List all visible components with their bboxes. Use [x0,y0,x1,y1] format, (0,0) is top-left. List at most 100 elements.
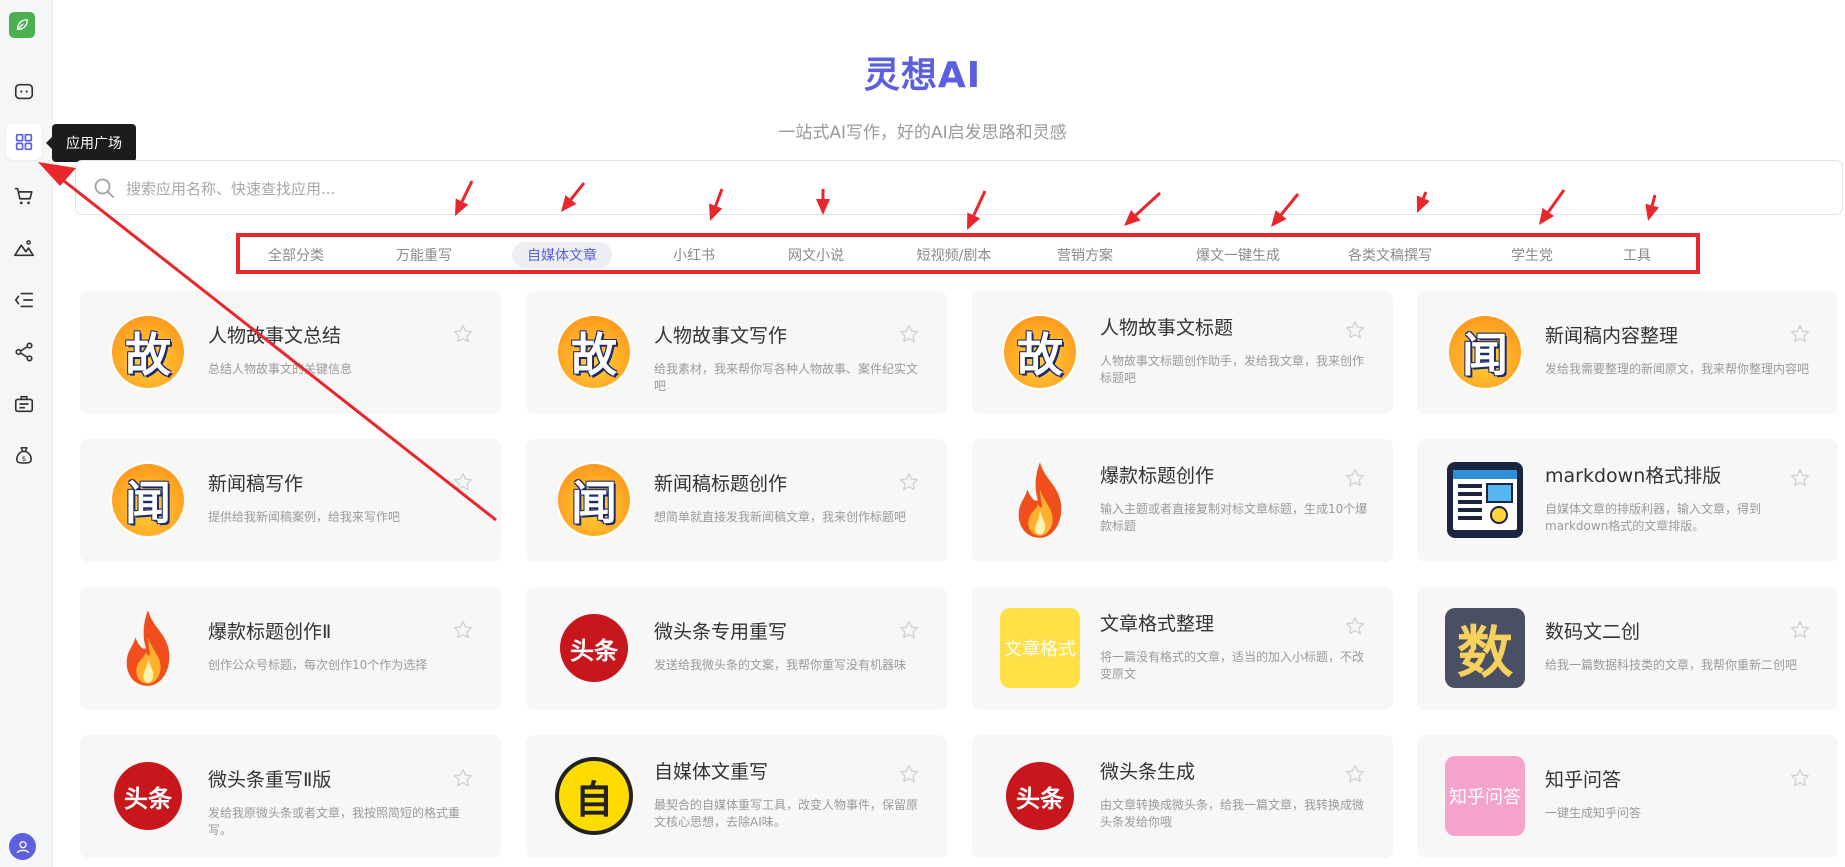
card-title: markdown格式排版 [1545,465,1722,487]
favorite-star-icon[interactable] [452,471,474,493]
money-bag-icon: $ [16,446,32,464]
app-card[interactable]: 数 数码文二创给我一篇数据科技类的文章，我帮你重新二创吧 [1417,587,1838,710]
story-icon: 故 [553,311,635,393]
app-card[interactable]: 头条 微头条重写Ⅱ版 发给我原微头条或者文章，我按照简短的格式重写。 [80,735,501,858]
toutiao-icon: 头条 [999,755,1081,837]
favorite-star-icon[interactable] [898,471,920,493]
tab-student[interactable]: 学生党 [1502,242,1562,268]
share-nav-button[interactable] [6,334,42,370]
card-description: 一键生成知乎问答 [1545,806,1642,820]
favorite-star-icon[interactable] [452,323,474,345]
tab-marketing[interactable]: 营销方案 [1050,242,1120,268]
zhihu-icon: 知乎问答 [1444,755,1526,837]
icon-glyph: 闻 [571,476,617,530]
leaf-logo-icon[interactable] [9,12,35,38]
icon-glyph: 故 [125,328,171,382]
image-nav-button[interactable] [6,230,42,266]
app-card[interactable]: 故 人物故事文总结 总结人物故事文的关键信息 [80,291,501,414]
favorite-star-icon[interactable] [898,323,920,345]
app-card[interactable]: 闻 新闻稿标题创作 想简单就直接发我新闻稿文章，我来创作标题吧 [526,439,947,562]
favorite-star-icon[interactable] [1344,467,1366,489]
image-icon [14,240,34,257]
card-title: 微头条专用重写 [654,621,788,643]
annotation-arrow-head [967,212,981,230]
toutiao-icon: 头条 [107,755,189,837]
icon-glyph: 自 [574,777,613,822]
tab-short-video[interactable]: 短视频/剧本 [909,242,999,268]
search-bar [75,160,1843,215]
favorite-star-icon[interactable] [898,619,920,641]
app-card[interactable]: 头条 微头条生成 由文章转换成微头条，给我一篇文章，我转换成微头条发给你哦 [972,735,1393,858]
favorite-star-icon[interactable] [1344,319,1366,341]
share-icon [15,342,33,362]
favorite-star-icon[interactable] [898,763,920,785]
money-nav-button[interactable]: $ [6,438,42,474]
digital-icon: 数 [1444,607,1526,689]
app-card[interactable]: 爆款标题创作Ⅱ 创作公众号标题，每次创作10个作为选择 [80,587,501,710]
tab-tools[interactable]: 工具 [1617,242,1657,268]
tab-xiaohongshu[interactable]: 小红书 [664,242,724,268]
card-title: 数码文二创 [1545,621,1641,643]
search-input[interactable] [124,171,1728,207]
favorite-star-icon[interactable] [1789,767,1811,789]
card-description: 人物故事文标题创作助手，发给我文章，我来创作标题吧 [1100,354,1365,385]
card-description: 输入主题或者直接复制对标文章标题，生成10个爆款标题 [1100,502,1368,533]
card-description: 最契合的自媒体重写工具，改变人物事件，保留原文核心思想，去除AI味。 [654,798,919,829]
tab-web-novel[interactable]: 网文小说 [781,242,851,268]
app-card[interactable]: 爆款标题创作 输入主题或者直接复制对标文章标题，生成10个爆款标题 [972,439,1393,562]
card-title: 知乎问答 [1545,769,1622,791]
card-title: 爆款标题创作Ⅱ [208,621,332,643]
list-nav-button[interactable] [6,282,42,318]
tab-media-article[interactable]: 自媒体文章 [512,242,612,268]
favorite-star-icon[interactable] [1789,467,1811,489]
news-icon: 闻 [107,459,189,541]
app-card[interactable]: 知乎问答 知乎问答一键生成知乎问答 [1417,735,1838,858]
app-card[interactable]: markdown格式排版 自媒体文章的排版利器，输入文章，得到markdown格式… [1417,439,1838,562]
page-subtitle: 一站式AI写作，好的AI启发思路和灵感 [778,123,1067,143]
format-icon: 文章格式 [999,607,1081,689]
card-description: 提供给我新闻稿案例，给我来写作吧 [208,510,401,524]
app-card[interactable]: 闻 新闻稿写作提供给我新闻稿案例，给我来写作吧 [80,439,501,562]
story-icon: 故 [999,311,1081,393]
tab-viral-article[interactable]: 爆文一键生成 [1188,242,1288,268]
card-title: 自媒体文重写 [654,761,769,783]
page-title: 灵想AI [863,55,982,96]
app-card[interactable]: 文章格式 文章格式整理 将一篇没有格式的文章，适当的加入小标题，不改变原文 [972,587,1393,710]
favorite-star-icon[interactable] [452,767,474,789]
card-description: 创作公众号标题，每次创作10个作为选择 [208,658,428,672]
news-icon: 闻 [553,459,635,541]
favorite-star-icon[interactable] [1789,619,1811,641]
app-card[interactable]: 闻 新闻稿内容整理 发给我需要整理的新闻原文，我来帮你整理内容吧 [1417,291,1838,414]
favorite-star-icon[interactable] [452,619,474,641]
tab-all[interactable]: 全部分类 [261,242,331,268]
list-indent-icon [14,292,34,308]
tab-writing[interactable]: 各类文稿撰写 [1340,242,1440,268]
app-card[interactable]: 自 自媒体文重写最契合的自媒体重写工具，改变人物事件，保留原文核心思想，去除AI味… [526,735,947,858]
fire-icon [107,607,189,689]
app-card[interactable]: 故 人物故事文标题人物故事文标题创作助手，发给我文章，我来创作标题吧 [972,291,1393,414]
icon-glyph: 故 [571,328,617,382]
app-card[interactable]: 故 人物故事文写作 给我素材，我来帮你写各种人物故事、案件纪实文吧 [526,291,947,414]
news-icon: 闻 [1444,311,1526,393]
app-card[interactable]: 头条 微头条专用重写发送给我微头条的文案，我帮你重写没有机器味 [526,587,947,710]
icon-glyph: 文章格式 [1004,639,1076,660]
favorite-star-icon[interactable] [1344,615,1366,637]
cart-nav-button[interactable] [6,178,42,214]
cart-icon [14,187,33,205]
card-description: 发送给我微头条的文案，我帮你重写没有机器味 [654,658,907,672]
card-title: 人物故事文总结 [208,325,342,347]
icon-glyph: 头条 [124,784,172,813]
favorite-star-icon[interactable] [1789,323,1811,345]
card-title: 微头条生成 [1100,761,1196,783]
toutiao-icon: 头条 [553,607,635,689]
search-icon [94,178,114,198]
card-description: 发给我需要整理的新闻原文，我来帮你整理内容吧 [1545,362,1810,376]
favorite-star-icon[interactable] [1344,763,1366,785]
fire-icon [999,459,1081,541]
card-title: 新闻稿写作 [208,473,304,495]
tab-rewrite[interactable]: 万能重写 [389,242,459,268]
card-title: 人物故事文标题 [1100,317,1234,339]
user-avatar-icon[interactable] [9,833,36,860]
briefcase-nav-button[interactable] [6,386,42,422]
card-description: 给我一篇数据科技类的文章，我帮你重新二创吧 [1545,658,1798,672]
